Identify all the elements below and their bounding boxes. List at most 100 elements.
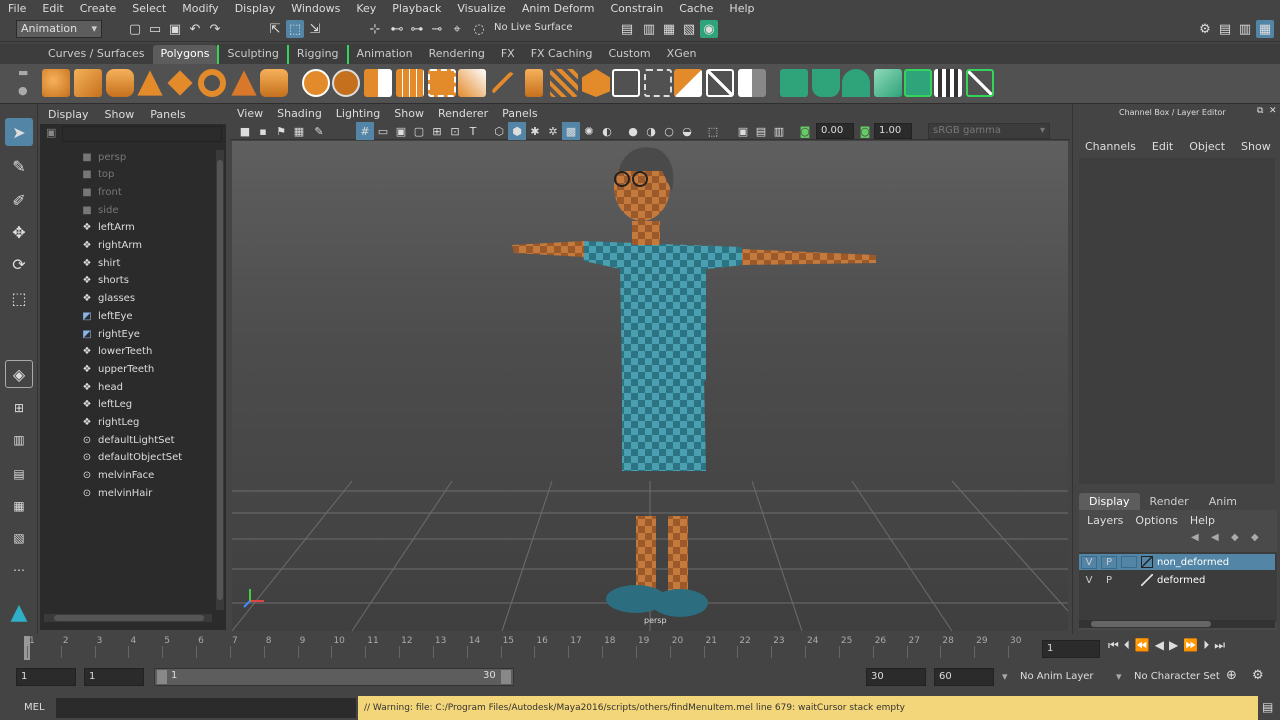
textured-icon[interactable]: ▩ xyxy=(562,122,580,140)
image-plane-icon[interactable]: ▦ xyxy=(290,122,308,140)
outliner-filter-icon[interactable]: ▣ xyxy=(46,126,56,139)
poly-cone-icon[interactable] xyxy=(137,70,163,96)
depth-of-field-icon[interactable]: ◒ xyxy=(678,122,696,140)
go-to-end-icon[interactable]: ⏭ xyxy=(1214,638,1225,653)
scale-tool-icon[interactable]: ⬚ xyxy=(5,284,33,312)
paint-select-icon[interactable]: ✐ xyxy=(5,186,33,214)
merge-icon[interactable] xyxy=(706,69,734,97)
checker-icon[interactable] xyxy=(934,69,962,97)
outliner-menu-panels[interactable]: Panels xyxy=(142,108,193,121)
layer-name[interactable]: non_deformed xyxy=(1157,557,1229,568)
exposure-icon[interactable]: ◙ xyxy=(796,122,814,140)
outliner-item[interactable]: ❖ leftArm xyxy=(80,219,135,237)
step-back-frame-icon[interactable]: ⏴ xyxy=(1124,638,1130,653)
safe-title-icon[interactable]: T xyxy=(464,122,482,140)
step-forward-frame-icon[interactable]: ⏵ xyxy=(1203,638,1209,653)
outliner-item[interactable]: ❖ rightLeg xyxy=(80,414,140,432)
shelf-tab-xgen[interactable]: XGen xyxy=(659,45,705,64)
xray-joints-icon[interactable]: ▤ xyxy=(752,122,770,140)
persp-outliner-icon[interactable]: ▥ xyxy=(5,426,33,454)
menu-constrain[interactable]: Constrain xyxy=(602,2,671,15)
vp-menu-renderer[interactable]: Renderer xyxy=(431,107,495,120)
bridge-icon[interactable] xyxy=(458,69,486,97)
outliner-item[interactable]: ■ persp xyxy=(80,148,126,166)
camera-attributes-icon[interactable]: ▪ xyxy=(254,122,272,140)
gate-mask-icon[interactable]: ▢ xyxy=(410,122,428,140)
fill-hole-icon[interactable] xyxy=(674,69,702,97)
chevron-down-icon[interactable]: ▾ xyxy=(1116,670,1122,683)
render-settings-icon[interactable]: ▧ xyxy=(680,20,698,38)
layer-hscrollbar[interactable] xyxy=(1079,620,1275,628)
menu-file[interactable]: File xyxy=(0,2,34,15)
snap-surface-icon[interactable]: ⌖ xyxy=(448,20,466,38)
insert-edge-loop-icon[interactable] xyxy=(612,69,640,97)
time-slider[interactable]: 1 2 3 4 5 6 7 8 9 10 11 12 13 14 15 16 17 18 19 20 21 22 23 24 2… xyxy=(0,634,1040,662)
move-tool-icon[interactable]: ✥ xyxy=(5,218,33,246)
field-chart-icon[interactable]: ⊞ xyxy=(428,122,446,140)
film-gate-icon[interactable]: ▭ xyxy=(374,122,392,140)
outliner-item[interactable]: ◩ rightEye xyxy=(80,325,140,343)
smooth-icon[interactable] xyxy=(396,69,424,97)
shelf-options-icon[interactable]: ● xyxy=(18,84,28,97)
vp-menu-shading[interactable]: Shading xyxy=(270,107,329,120)
animation-start-field[interactable]: 1 xyxy=(16,668,76,686)
outliner-item[interactable]: ⊙ defaultLightSet xyxy=(80,431,175,449)
outliner-item[interactable]: ■ side xyxy=(80,201,118,219)
layer-visibility-toggle[interactable]: V xyxy=(1081,575,1097,586)
single-perspective-icon[interactable]: ◈ xyxy=(5,360,33,388)
shelf-tab-curves-surfaces[interactable]: Curves / Surfaces xyxy=(40,45,153,64)
snap-grid-icon[interactable]: ⊹ xyxy=(366,20,384,38)
smooth-shade-icon[interactable]: ⬢ xyxy=(508,122,526,140)
shelf-tab-animation[interactable]: Animation xyxy=(346,45,421,64)
ambient-occlusion-icon[interactable]: ● xyxy=(624,122,642,140)
shelf-tab-fx[interactable]: FX xyxy=(493,45,523,64)
vp-menu-show[interactable]: Show xyxy=(387,107,431,120)
toggle-tool-settings-icon[interactable]: ▥ xyxy=(1236,20,1254,38)
range-end-handle[interactable] xyxy=(501,670,511,684)
shadows-icon[interactable]: ◐ xyxy=(598,122,616,140)
lasso-tool-icon[interactable]: ✎ xyxy=(5,152,33,180)
cb-menu-channels[interactable]: Channels xyxy=(1081,140,1144,153)
safe-action-icon[interactable]: ⊡ xyxy=(446,122,464,140)
menu-visualize[interactable]: Visualize xyxy=(449,2,513,15)
outliner-hscrollbar[interactable] xyxy=(44,614,212,622)
outliner-item[interactable]: ❖ glasses xyxy=(80,290,136,308)
live-surface-icon[interactable]: ◌ xyxy=(470,20,488,38)
layer-tab-display[interactable]: Display xyxy=(1079,493,1140,510)
menu-create[interactable]: Create xyxy=(72,2,125,15)
layer-display-type-toggle[interactable] xyxy=(1121,574,1137,586)
extract-icon[interactable] xyxy=(428,69,456,97)
anti-aliasing-icon[interactable]: ○ xyxy=(660,122,678,140)
unfold-icon[interactable] xyxy=(904,69,932,97)
wireframe-icon[interactable]: ⬡ xyxy=(490,122,508,140)
grease-pencil-icon[interactable]: ✎ xyxy=(310,122,328,140)
layer-row-deformed[interactable]: V P deformed xyxy=(1079,572,1275,588)
more-layouts-icon[interactable]: ⋯ xyxy=(5,556,33,584)
mel-label[interactable]: MEL xyxy=(24,702,45,713)
outliner-menu-show[interactable]: Show xyxy=(97,108,143,121)
camera-select-icon[interactable]: ■ xyxy=(236,122,254,140)
auto-map-icon[interactable] xyxy=(874,69,902,97)
new-scene-icon[interactable]: ▢ xyxy=(126,20,144,38)
poly-cube-icon[interactable] xyxy=(74,69,102,97)
wireframe-on-shaded-icon[interactable]: ✱ xyxy=(526,122,544,140)
menu-anim-deform[interactable]: Anim Deform xyxy=(514,2,603,15)
mirror-icon[interactable] xyxy=(364,69,392,97)
menu-edit[interactable]: Edit xyxy=(34,2,71,15)
outliner-item[interactable]: ❖ upperTeeth xyxy=(80,360,155,378)
playback-end-field[interactable]: 30 xyxy=(866,668,926,686)
hypershade-icon[interactable]: ◉ xyxy=(700,20,718,38)
workspace-icon[interactable]: ⚙ xyxy=(1196,20,1214,38)
move-layer-down-icon[interactable]: ◀ xyxy=(1211,532,1219,543)
close-panel-icon[interactable]: ✕ xyxy=(1269,106,1277,116)
step-back-key-icon[interactable]: ⏪ xyxy=(1135,638,1150,653)
layer-hscroll-thumb[interactable] xyxy=(1091,621,1211,627)
shelf-tab-fx-caching[interactable]: FX Caching xyxy=(523,45,601,64)
shelf-tab-polygons[interactable]: Polygons xyxy=(152,45,218,64)
cb-menu-show[interactable]: Show xyxy=(1233,140,1279,153)
outliner-item[interactable]: ❖ rightArm xyxy=(80,237,143,255)
isolate-select-icon[interactable]: ⬚ xyxy=(704,122,722,140)
play-backward-icon[interactable]: ◀ xyxy=(1155,638,1164,653)
range-slider[interactable]: 1 30 xyxy=(154,668,514,686)
layer-menu-layers[interactable]: Layers xyxy=(1081,514,1129,527)
